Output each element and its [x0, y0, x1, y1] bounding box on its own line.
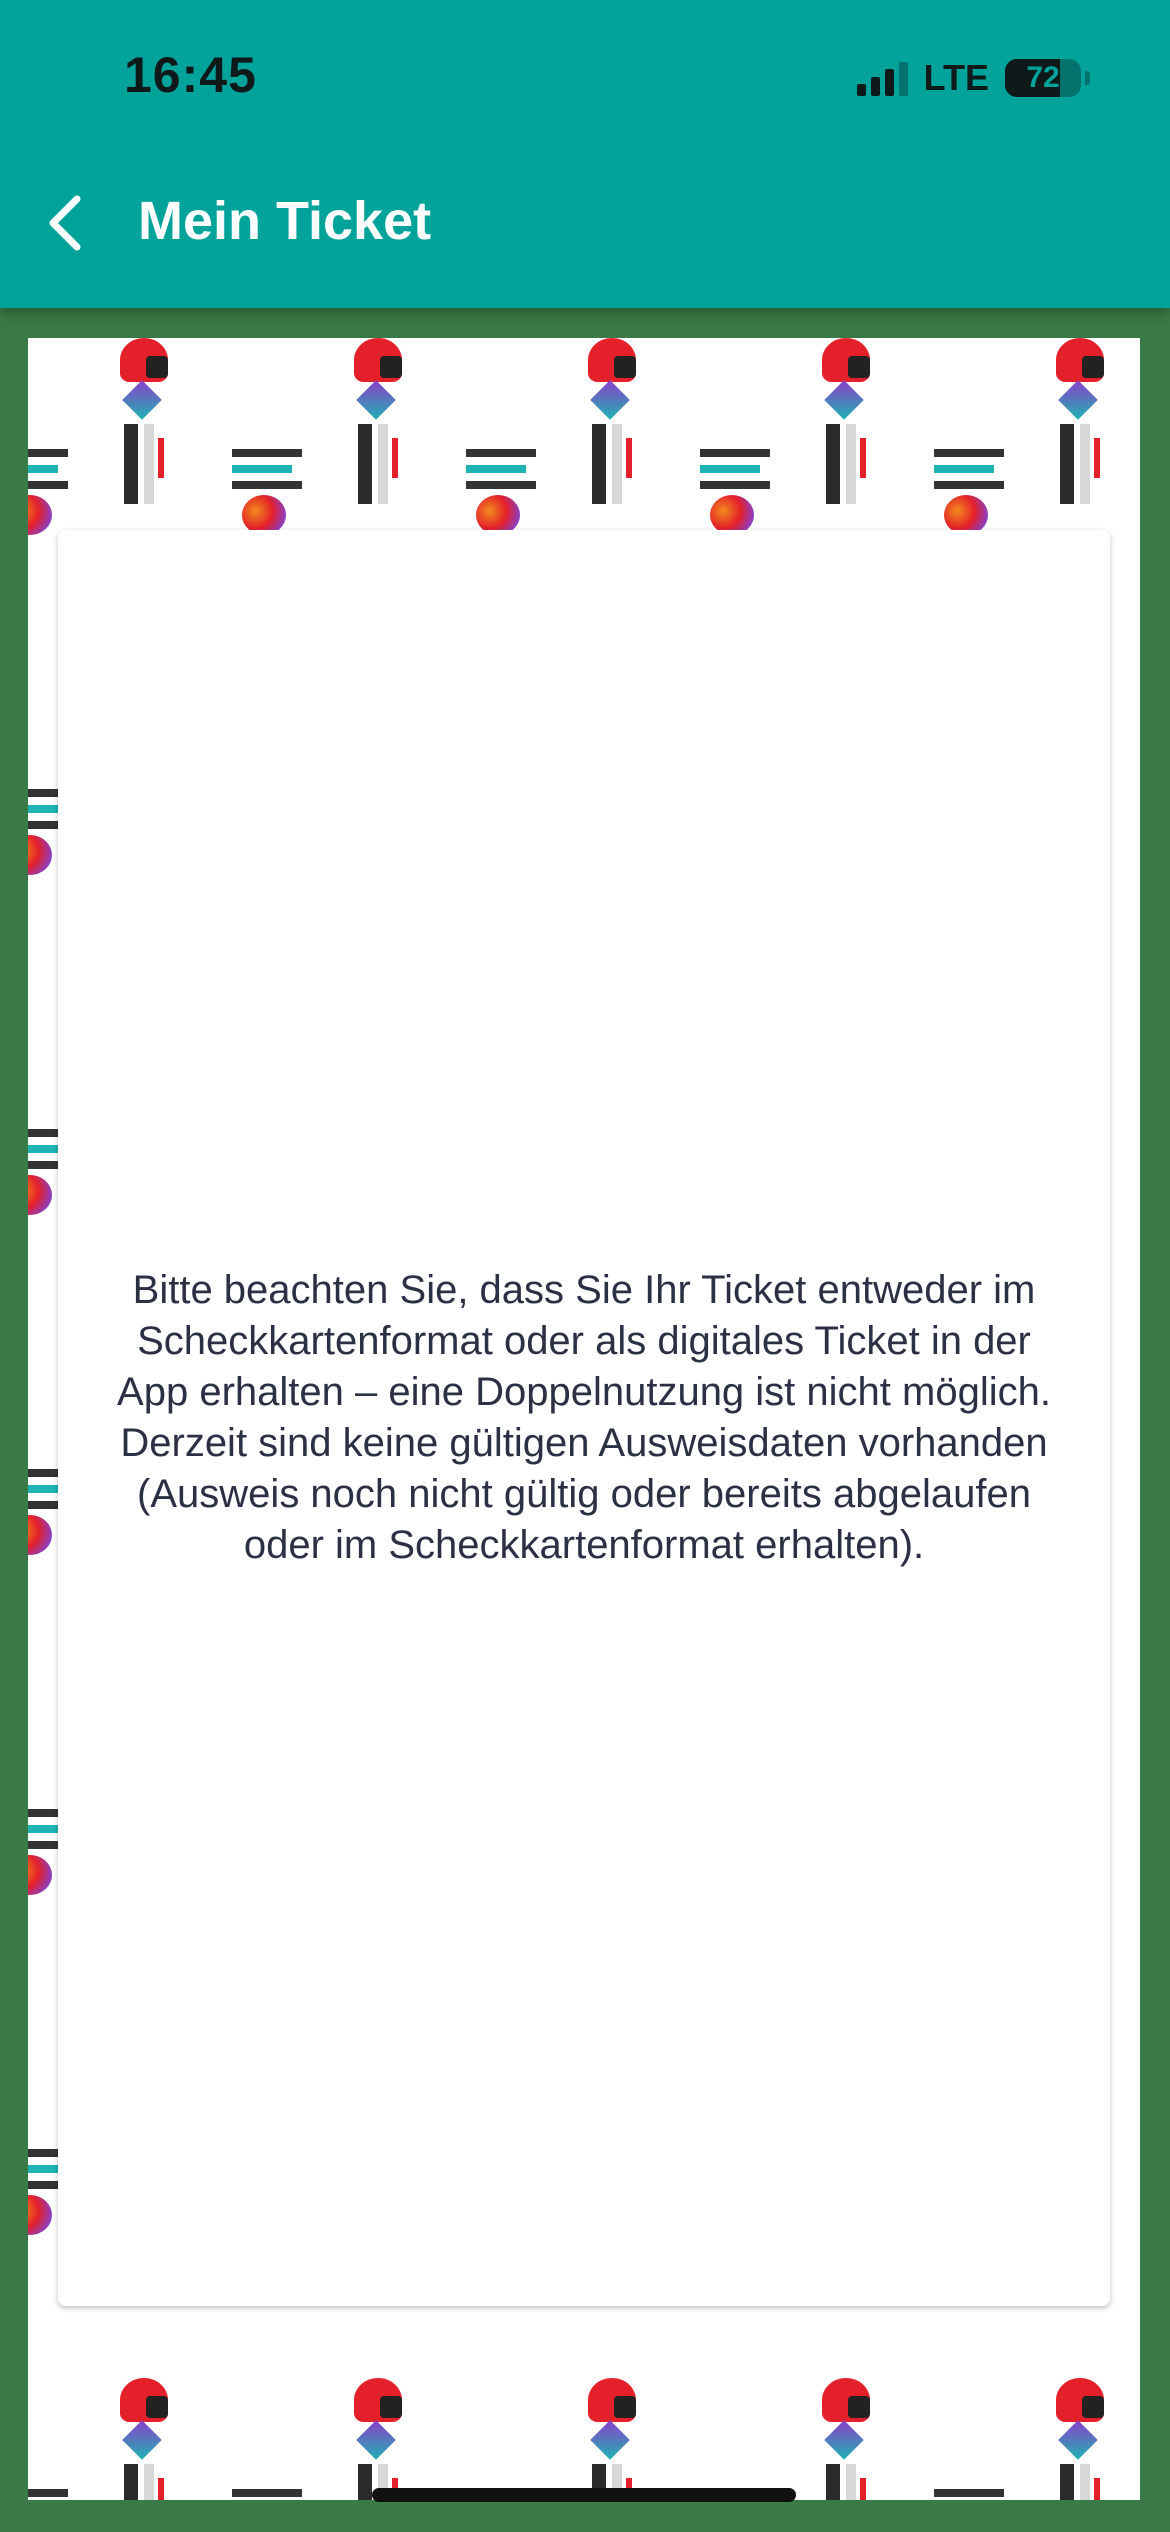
pattern-badge-icon — [934, 2483, 1024, 2500]
pattern-figure-icon — [582, 2368, 662, 2500]
pattern-figure-icon — [114, 338, 194, 518]
status-time: 16:45 — [124, 47, 257, 103]
pattern-badge-icon — [28, 443, 88, 543]
battery-level: 72 — [1026, 61, 1060, 94]
pattern-badge-icon — [232, 443, 322, 543]
pattern-figure-icon — [348, 338, 428, 518]
pattern-figure-icon — [114, 2368, 194, 2500]
pattern-figure-icon — [816, 2368, 896, 2500]
pattern-badge-icon — [232, 2483, 322, 2500]
network-type: LTE — [923, 57, 989, 98]
status-indicators: LTE 72 — [856, 55, 1090, 101]
pattern-figure-icon — [582, 338, 662, 518]
info-message: Bitte beachten Sie, dass Sie Ihr Ticket … — [117, 1268, 1051, 1567]
pattern-badge-icon — [700, 443, 790, 543]
page-title: Mein Ticket — [138, 191, 432, 251]
back-button[interactable] — [30, 183, 100, 263]
pattern-figure-icon — [1050, 2368, 1130, 2500]
pattern-figure-icon — [816, 338, 896, 518]
home-indicator — [372, 2488, 796, 2502]
pattern-badge-icon — [934, 443, 1024, 543]
top-bar: 16:45 LTE 72 Mein Ticket — [0, 0, 1170, 308]
battery-cap — [1085, 71, 1090, 85]
chevron-left-icon — [49, 195, 81, 251]
info-card: Bitte beachten Sie, dass Sie Ihr Ticket … — [58, 530, 1110, 2306]
battery-icon: 72 — [1005, 59, 1081, 97]
cellular-signal-icon — [856, 60, 908, 96]
pattern-figure-icon — [1050, 338, 1130, 518]
pattern-badge-icon — [28, 2483, 88, 2500]
pattern-badge-icon — [466, 443, 556, 543]
pattern-figure-icon — [348, 2368, 428, 2500]
